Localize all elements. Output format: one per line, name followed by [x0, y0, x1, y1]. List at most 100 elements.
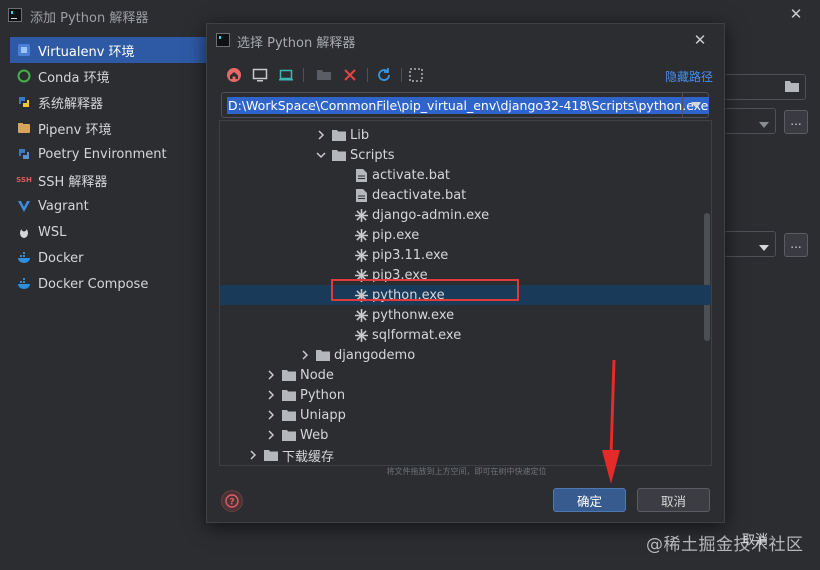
sidebar-item-virtualenv[interactable]: Virtualenv 环境 [10, 37, 206, 63]
poetry-icon [16, 146, 32, 162]
cancel-button[interactable]: 取消 [637, 488, 710, 512]
chevron-right-icon[interactable] [264, 388, 278, 402]
tree-row[interactable]: djangodemo [220, 345, 711, 365]
chevron-right-icon[interactable] [246, 448, 260, 462]
hide-path-link[interactable]: 隐藏路径 [665, 68, 713, 85]
chevron-down-icon [759, 240, 769, 255]
folder-icon [784, 79, 800, 97]
chevron-right-icon[interactable] [298, 348, 312, 362]
tree-row-label: pip.exe [372, 227, 420, 243]
folder-icon [282, 388, 296, 402]
folder-icon [264, 448, 278, 462]
dialog-close-button[interactable]: ✕ [691, 31, 709, 49]
tree-row-label: sqlformat.exe [372, 327, 462, 343]
tree-row[interactable]: activate.bat [220, 165, 711, 185]
tree-row[interactable]: Python [220, 385, 711, 405]
ok-button[interactable]: 确定 [553, 488, 626, 512]
virtualenv-icon [16, 42, 32, 58]
vagrant-icon [16, 198, 32, 214]
base-interpreter-dropdown[interactable] [724, 108, 776, 134]
window-title: 添加 Python 解释器 [30, 11, 149, 26]
tree-row-label: djangodemo [334, 347, 416, 363]
show-hidden-icon[interactable] [405, 64, 427, 86]
executable-icon [354, 208, 368, 222]
tree-row[interactable]: 下载缓存 [220, 445, 711, 465]
file-icon [354, 168, 368, 182]
refresh-icon[interactable] [373, 64, 395, 86]
tree-row-label: Uniapp [300, 407, 346, 423]
sidebar-item-vagrant[interactable]: Vagrant [10, 193, 206, 219]
browse-button[interactable]: ... [784, 110, 808, 134]
tree-row-label: deactivate.bat [372, 187, 467, 203]
sidebar-item-label: SSH 解释器 [38, 174, 108, 190]
folder-icon [282, 408, 296, 422]
tree-row[interactable]: pythonw.exe [220, 305, 711, 325]
sidebar-item-wsl[interactable]: WSL [10, 219, 206, 245]
tree-row[interactable]: Node [220, 365, 711, 385]
tree-row[interactable]: Web [220, 425, 711, 445]
pycharm-logo-icon [8, 8, 22, 22]
sidebar-item-conda[interactable]: Conda 环境 [10, 63, 206, 89]
project-icon[interactable] [275, 64, 297, 86]
executable-icon [354, 248, 368, 262]
python-icon [16, 94, 32, 110]
tree-row[interactable]: pip3.11.exe [220, 245, 711, 265]
help-button[interactable]: ? [221, 490, 243, 512]
tree-row[interactable]: Uniapp [220, 405, 711, 425]
annotation-arrow-icon [602, 359, 620, 484]
chevron-right-icon[interactable] [264, 428, 278, 442]
tree-row-label: Scripts [350, 147, 395, 163]
chevron-right-icon[interactable] [264, 368, 278, 382]
tree-row[interactable]: pip.exe [220, 225, 711, 245]
chevron-right-icon[interactable] [264, 408, 278, 422]
folder-icon [282, 428, 296, 442]
tree-row[interactable]: sqlformat.exe [220, 325, 711, 345]
path-input[interactable]: D:\WorkSpace\CommonFile\pip_virtual_env\… [221, 92, 710, 118]
linux-icon [16, 224, 32, 240]
location-field[interactable] [724, 74, 806, 100]
folder-icon [282, 368, 296, 382]
file-chooser-toolbar [223, 64, 423, 88]
chevron-right-icon[interactable] [314, 128, 328, 142]
desktop-icon[interactable] [249, 64, 271, 86]
folder-icon [316, 348, 330, 362]
watermark: @稀土掘金技术社区 [646, 535, 804, 555]
sidebar-item-system[interactable]: 系统解释器 [10, 89, 206, 115]
svg-text:?: ? [229, 498, 234, 508]
sidebar-item-docker[interactable]: Docker [10, 245, 206, 271]
tree-row[interactable]: django-admin.exe [220, 205, 711, 225]
new-folder-icon[interactable] [313, 64, 335, 86]
delete-icon[interactable] [339, 64, 361, 86]
tree-row[interactable]: deactivate.bat [220, 185, 711, 205]
tree-row-label: pip3.11.exe [372, 247, 449, 263]
path-history-dropdown[interactable] [682, 93, 708, 117]
sidebar-item-poetry[interactable]: Poetry Environment [10, 141, 206, 167]
tree-row-label: Node [300, 367, 334, 383]
window-close-button[interactable]: ✕ [787, 5, 805, 23]
sidebar-item-label: Vagrant [38, 198, 89, 214]
existing-interpreter-dropdown[interactable] [724, 231, 776, 257]
sidebar-item-pipenv[interactable]: Pipenv 环境 [10, 115, 206, 141]
pipenv-icon [16, 120, 32, 136]
tree-row[interactable]: Scripts [220, 145, 711, 165]
interpreter-type-sidebar: Virtualenv 环境 Conda 环境 系统解释器 Pipenv 环境 P… [0, 34, 210, 304]
sidebar-item-label: Docker Compose [38, 276, 149, 292]
sidebar-item-ssh[interactable]: SSH SSH 解释器 [10, 167, 206, 193]
home-icon[interactable] [223, 64, 245, 86]
sidebar-item-label: Docker [38, 250, 84, 266]
tree-row-label: 下载缓存 [282, 449, 335, 465]
chevron-down-icon[interactable] [314, 148, 328, 162]
sidebar-item-label: 系统解释器 [38, 96, 104, 112]
select-interpreter-dialog: 选择 Python 解释器 ✕ 隐藏路径 D:\WorkSpace\Common… [206, 23, 725, 523]
docker-icon [16, 250, 32, 266]
pycharm-logo-icon [216, 33, 230, 47]
file-tree[interactable]: Lib Scripts activate.bat deactivate.bat djan… [219, 120, 712, 466]
drag-drop-hint: 将文件拖放到上方空间，即可在树中快速定位 [386, 467, 547, 476]
tree-row[interactable]: Lib [220, 125, 711, 145]
docker-compose-icon [16, 276, 32, 292]
selection-highlight-box [331, 279, 519, 301]
sidebar-item-docker-compose[interactable]: Docker Compose [10, 271, 206, 297]
executable-icon [354, 228, 368, 242]
ssh-icon: SSH [16, 176, 32, 184]
browse-interpreter-button[interactable]: ... [784, 233, 808, 257]
